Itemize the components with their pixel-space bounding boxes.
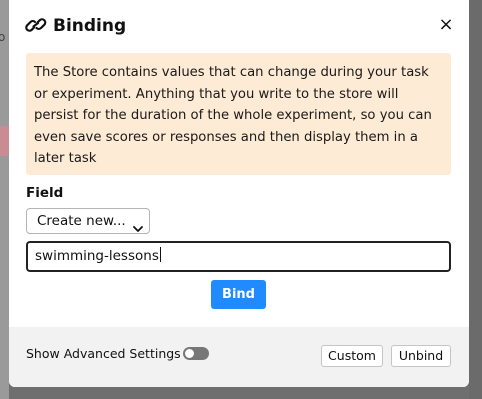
advanced-settings-toggle[interactable] xyxy=(183,347,209,360)
store-info-text: The Store contains values that can chang… xyxy=(34,65,432,166)
bind-button[interactable]: Bind xyxy=(211,280,266,309)
field-name-input[interactable]: swimming-lessons xyxy=(26,241,451,272)
modal-header: Binding × xyxy=(9,0,469,50)
backdrop-left: o xyxy=(0,0,9,399)
chevron-down-icon xyxy=(133,217,143,232)
modal-title: Binding xyxy=(53,16,127,36)
binding-modal: Binding × The Store contains values that… xyxy=(9,0,469,387)
modal-footer: Show Advanced Settings Custom Unbind xyxy=(9,327,469,387)
custom-button[interactable]: Custom xyxy=(321,345,383,367)
backdrop-pink-block xyxy=(0,126,9,156)
close-icon: × xyxy=(438,14,454,35)
field-select[interactable]: Create new... xyxy=(26,208,150,234)
backdrop-text-fragment: o xyxy=(0,30,6,44)
field-name-value: swimming-lessons xyxy=(35,248,159,264)
backdrop-right xyxy=(469,0,482,399)
toggle-knob xyxy=(185,349,194,358)
field-select-value: Create new... xyxy=(37,213,126,229)
advanced-settings-label: Show Advanced Settings xyxy=(26,346,181,361)
field-label: Field xyxy=(26,185,64,201)
link-icon xyxy=(25,15,47,35)
close-button[interactable]: × xyxy=(435,14,457,36)
unbind-button[interactable]: Unbind xyxy=(391,345,451,367)
store-info-box: The Store contains values that can chang… xyxy=(26,53,451,175)
text-caret xyxy=(159,247,161,262)
